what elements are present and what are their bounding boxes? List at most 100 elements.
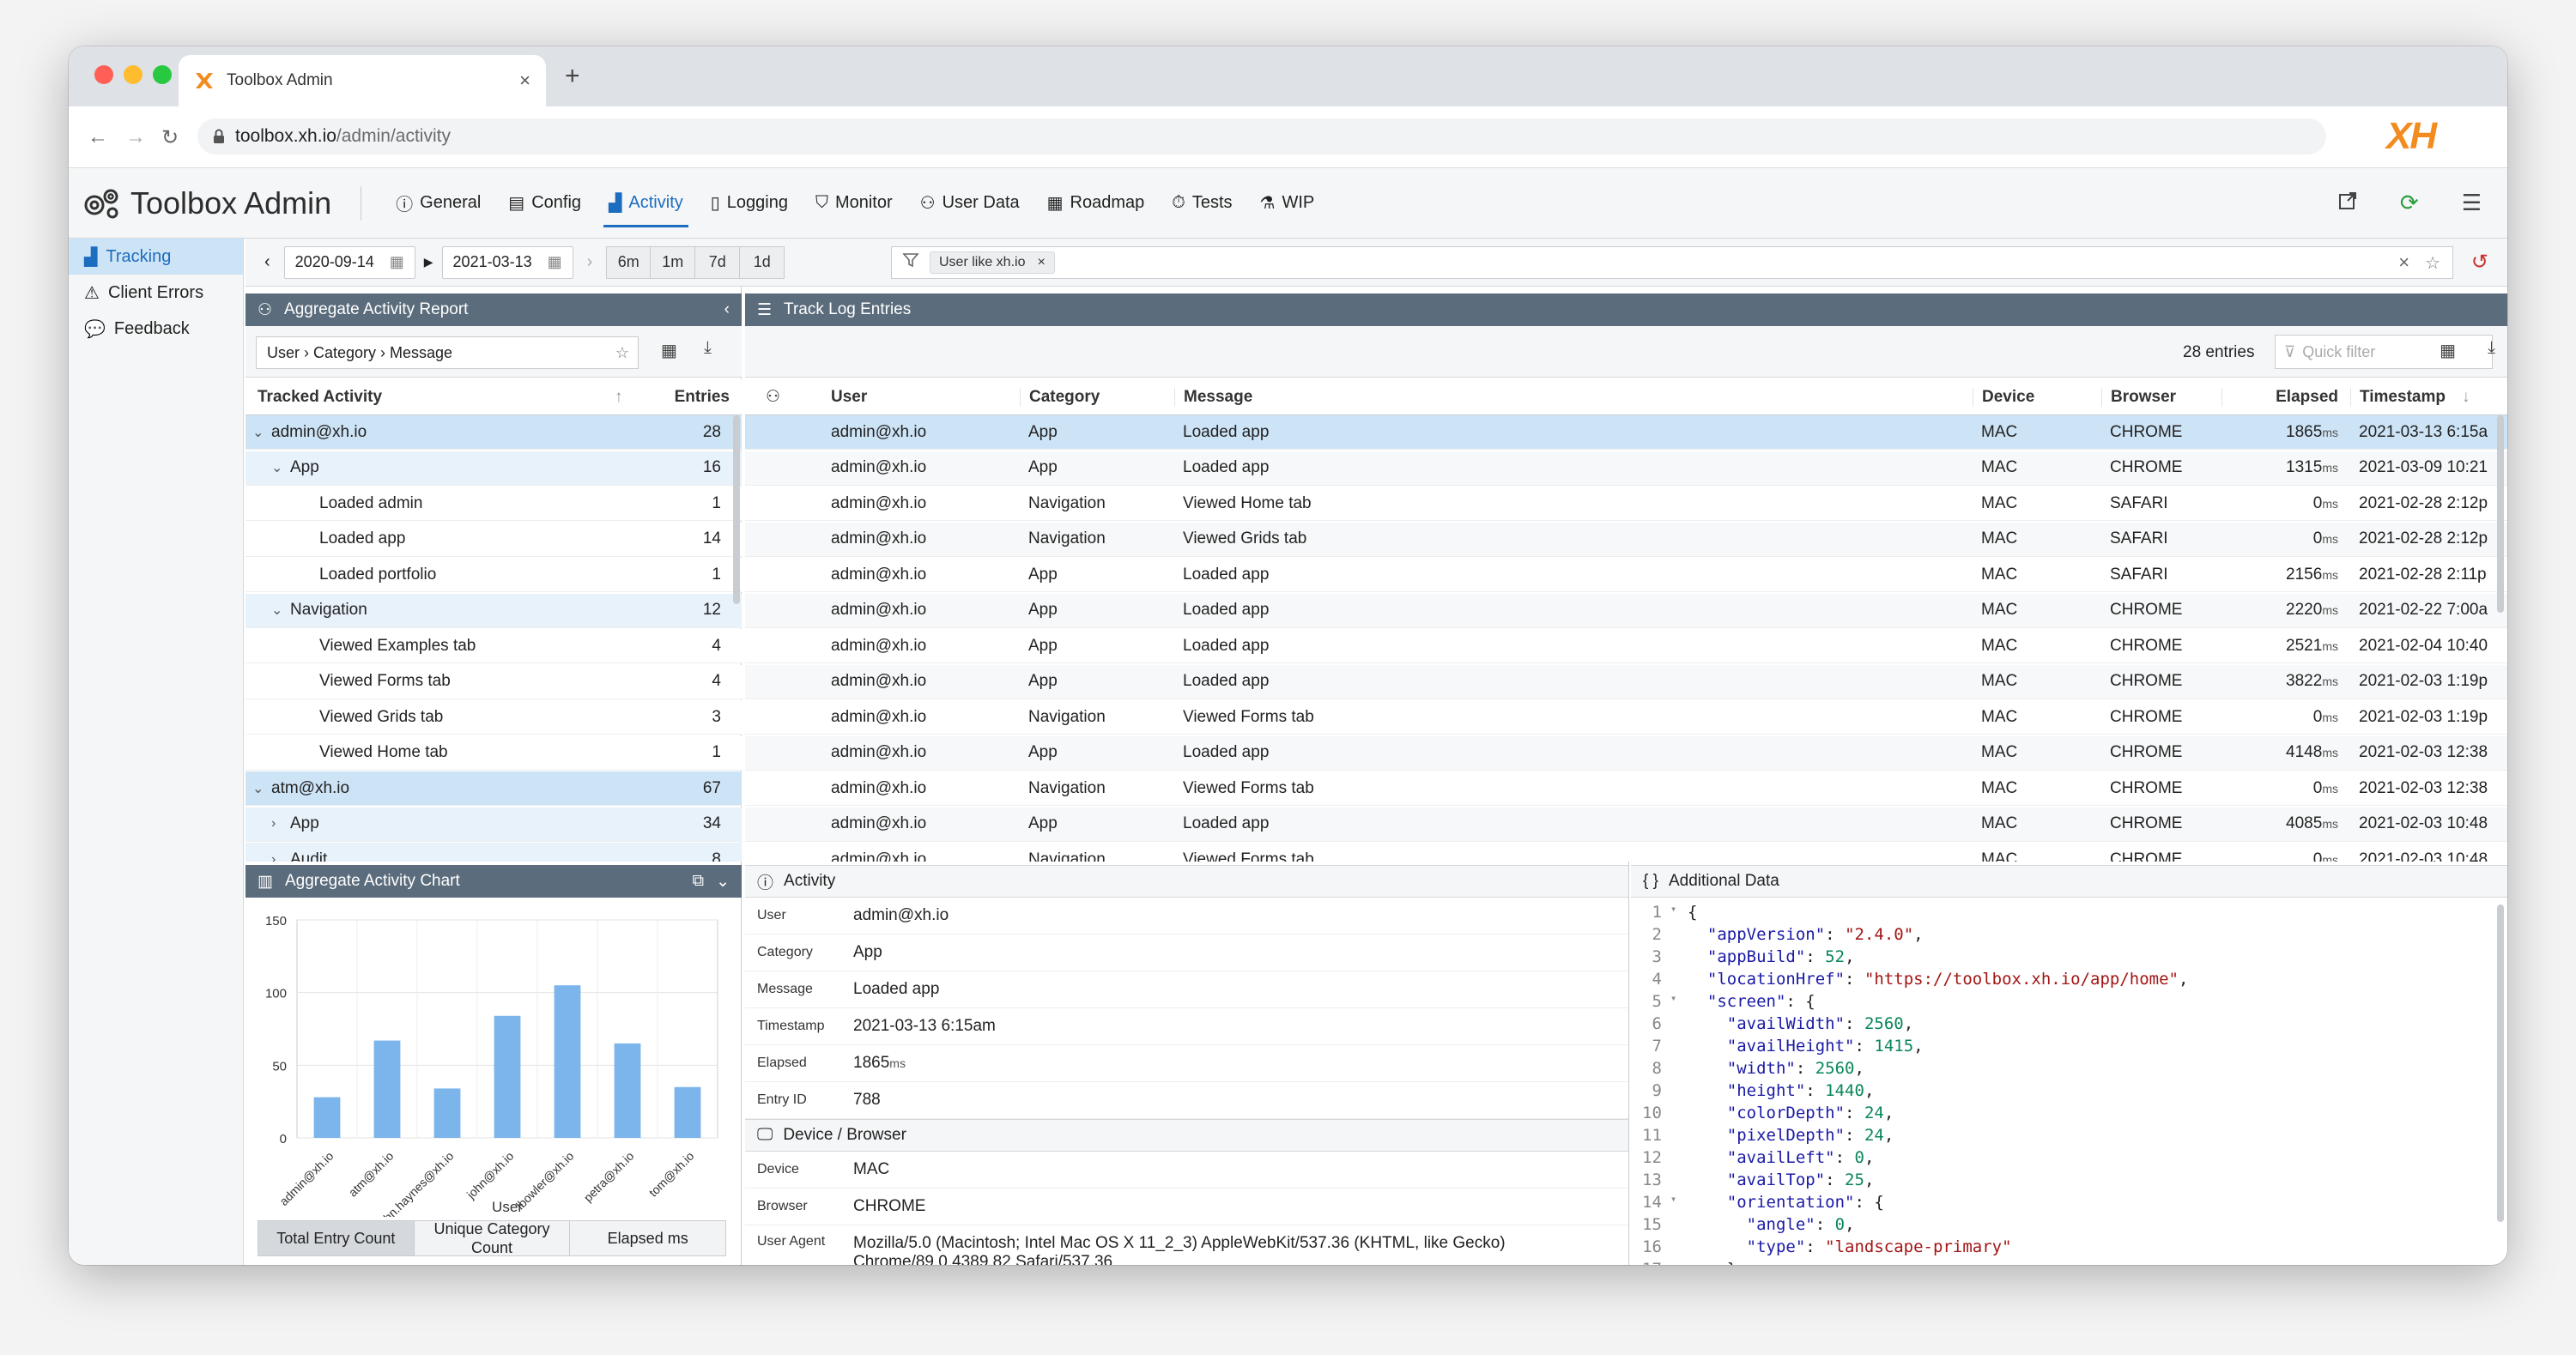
bar[interactable] — [674, 1086, 701, 1138]
bar[interactable] — [373, 1040, 401, 1138]
aggregate-row[interactable]: Loaded admin 1 — [245, 487, 742, 521]
aggregate-row[interactable]: ⌄ admin@xh.io 28 — [245, 415, 742, 450]
grid-options-icon[interactable]: ▦ — [661, 340, 677, 361]
chevron-right-icon[interactable]: › — [271, 852, 283, 862]
table-row[interactable]: admin@xh.io Navigation Viewed Forms tab MAC… — [745, 843, 2507, 862]
chart-metric-button[interactable]: Unique Category Count — [413, 1220, 570, 1256]
browser-tab[interactable]: Toolbox Admin × — [179, 55, 546, 106]
aggregate-scrollbar[interactable] — [733, 415, 740, 604]
next-range-icon[interactable]: › — [587, 252, 593, 272]
table-row[interactable]: admin@xh.io App Loaded app MAC CHROME 1315ms 2… — [745, 451, 2507, 486]
col-device[interactable]: Device — [1973, 387, 2101, 407]
table-row[interactable]: admin@xh.io Navigation Viewed Home tab MAC S… — [745, 487, 2507, 521]
launch-icon[interactable] — [2338, 191, 2357, 215]
bar[interactable] — [554, 985, 581, 1138]
address-bar[interactable]: toolbox.xh.io/admin/activity — [197, 118, 2326, 154]
aggregate-row[interactable]: Viewed Forms tab 4 — [245, 664, 742, 699]
aggregate-row[interactable]: Viewed Examples tab 4 — [245, 629, 742, 663]
chart-metric-button[interactable]: Elapsed ms — [569, 1221, 726, 1255]
chevron-down-icon[interactable]: ⌄ — [252, 424, 264, 441]
table-row[interactable]: admin@xh.io Navigation Viewed Forms tab MAC… — [745, 771, 2507, 806]
zoom-window-button[interactable] — [153, 65, 172, 84]
table-row[interactable]: admin@xh.io App Loaded app MAC CHROME 4148ms 2… — [745, 735, 2507, 771]
aggregate-row[interactable]: Viewed Grids tab 3 — [245, 700, 742, 735]
table-row[interactable]: admin@xh.io Navigation Viewed Grids tab MAC… — [745, 522, 2507, 557]
chevron-down-icon[interactable]: ⌄ — [271, 602, 283, 619]
dimension-chooser[interactable]: User › Category › Message ☆ — [256, 336, 639, 369]
bar[interactable] — [313, 1097, 341, 1138]
aggregate-row[interactable]: › App 34 — [245, 807, 742, 842]
aggregate-row[interactable]: Viewed Home tab 1 — [245, 735, 742, 771]
bar[interactable] — [494, 1015, 521, 1138]
table-row[interactable]: admin@xh.io App Loaded app MAC CHROME 4085ms 2… — [745, 807, 2507, 842]
table-row[interactable]: admin@xh.io App Loaded app MAC CHROME 3822ms 2… — [745, 664, 2507, 699]
col-tracked-activity[interactable]: Tracked Activity — [245, 388, 615, 407]
refresh-icon[interactable]: ⟳ — [2400, 190, 2419, 216]
aggregate-row[interactable]: ⌄ atm@xh.io 67 — [245, 771, 742, 806]
range-button-1d[interactable]: 1d — [740, 245, 785, 279]
chevron-down-icon[interactable]: ⌄ — [271, 459, 283, 476]
minimize-window-button[interactable] — [124, 65, 142, 84]
bar[interactable] — [614, 1043, 641, 1138]
chart-metric-button[interactable]: Total Entry Count — [258, 1221, 414, 1255]
table-row[interactable]: admin@xh.io App Loaded app MAC CHROME 2521ms 2… — [745, 629, 2507, 663]
export-icon[interactable]: ⤓ — [2488, 338, 2495, 358]
range-button-6m[interactable]: 6m — [606, 245, 652, 279]
col-elapsed[interactable]: Elapsed — [2221, 387, 2350, 407]
nav-tab-roadmap[interactable]: ▦ Roadmap — [1033, 168, 1159, 238]
range-button-7d[interactable]: 7d — [695, 245, 741, 279]
nav-tab-activity[interactable]: ▟ Activity — [595, 168, 697, 238]
end-date-input[interactable]: 2021-03-13 ▦ — [441, 245, 573, 279]
prev-range-icon[interactable]: ‹ — [264, 252, 270, 272]
favorite-star-icon[interactable]: ☆ — [615, 344, 629, 362]
favorite-star-icon[interactable]: ☆ — [2425, 252, 2440, 274]
new-tab-icon[interactable]: + — [565, 62, 580, 91]
fold-arrow-icon[interactable]: ▾ — [1670, 992, 1688, 1014]
col-user[interactable]: User — [822, 388, 1020, 407]
json-scrollbar[interactable] — [2497, 904, 2504, 1222]
col-category[interactable]: Category — [1020, 387, 1174, 407]
table-row[interactable]: admin@xh.io App Loaded app MAC SAFARI 2156ms 2… — [745, 558, 2507, 592]
nav-tab-monitor[interactable]: ⛉ Monitor — [802, 168, 906, 238]
menu-icon[interactable]: ☰ — [2462, 190, 2482, 216]
clear-filter-icon[interactable]: × — [2398, 251, 2409, 274]
aggregate-row[interactable]: Loaded app 14 — [245, 522, 742, 557]
close-tab-icon[interactable]: × — [519, 70, 530, 92]
fold-arrow-icon[interactable]: ▾ — [1670, 903, 1688, 925]
forward-icon[interactable]: → — [125, 125, 146, 149]
nav-tab-wip[interactable]: ⚗ WIP — [1246, 168, 1329, 238]
bar[interactable] — [433, 1088, 461, 1138]
filter-chip[interactable]: User like xh.io × — [930, 251, 1055, 274]
popout-icon[interactable]: ⧉ — [693, 872, 705, 891]
sidebar-item-feedback[interactable]: 💬 Feedback — [69, 311, 243, 347]
reload-icon[interactable]: ↻ — [161, 125, 179, 150]
reset-icon[interactable]: ↺ — [2471, 250, 2488, 275]
filter-chooser[interactable]: User like xh.io × × ☆ — [891, 246, 2453, 279]
nav-tab-config[interactable]: ▤ Config — [494, 168, 595, 238]
aggregate-row[interactable]: ⌄ App 16 — [245, 451, 742, 486]
sidebar-item-tracking[interactable]: ▟ Tracking — [69, 239, 243, 275]
start-date-input[interactable]: 2020-09-14 ▦ — [283, 245, 415, 279]
nav-tab-general[interactable]: ⓘ General — [382, 168, 494, 238]
quick-filter-input[interactable]: ⊽ Quick filter — [2275, 335, 2493, 369]
col-browser[interactable]: Browser — [2101, 387, 2221, 407]
table-row[interactable]: admin@xh.io App Loaded app MAC CHROME 1865ms 2… — [745, 415, 2507, 450]
collapse-panel-icon[interactable]: ‹ — [724, 300, 730, 319]
nav-tab-user-data[interactable]: ⚇ User Data — [906, 168, 1033, 238]
chevron-down-icon[interactable]: ⌄ — [716, 872, 730, 892]
json-editor[interactable]: 1 ▾{2 "appVersion": "2.4.0", 3 "appBuild":… — [1631, 898, 2507, 1265]
nav-tab-logging[interactable]: ▯ Logging — [697, 168, 802, 238]
aggregate-row[interactable]: › Audit 8 — [245, 843, 742, 862]
col-message[interactable]: Message — [1174, 387, 1973, 407]
sidebar-item-client-errors[interactable]: ⚠ Client Errors — [69, 275, 243, 311]
fold-arrow-icon[interactable]: ▾ — [1670, 1193, 1688, 1215]
table-row[interactable]: admin@xh.io App Loaded app MAC CHROME 2220ms 2… — [745, 593, 2507, 628]
grid-options-icon[interactable]: ▦ — [2440, 340, 2456, 361]
track-log-scrollbar[interactable] — [2497, 415, 2504, 613]
nav-tab-tests[interactable]: ⏱ Tests — [1158, 168, 1246, 238]
remove-chip-icon[interactable]: × — [1037, 255, 1045, 270]
chevron-right-icon[interactable]: › — [271, 816, 283, 832]
col-entries[interactable]: Entries — [658, 388, 730, 407]
aggregate-row[interactable]: ⌄ Navigation 12 — [245, 593, 742, 628]
table-row[interactable]: admin@xh.io Navigation Viewed Forms tab MAC… — [745, 700, 2507, 735]
